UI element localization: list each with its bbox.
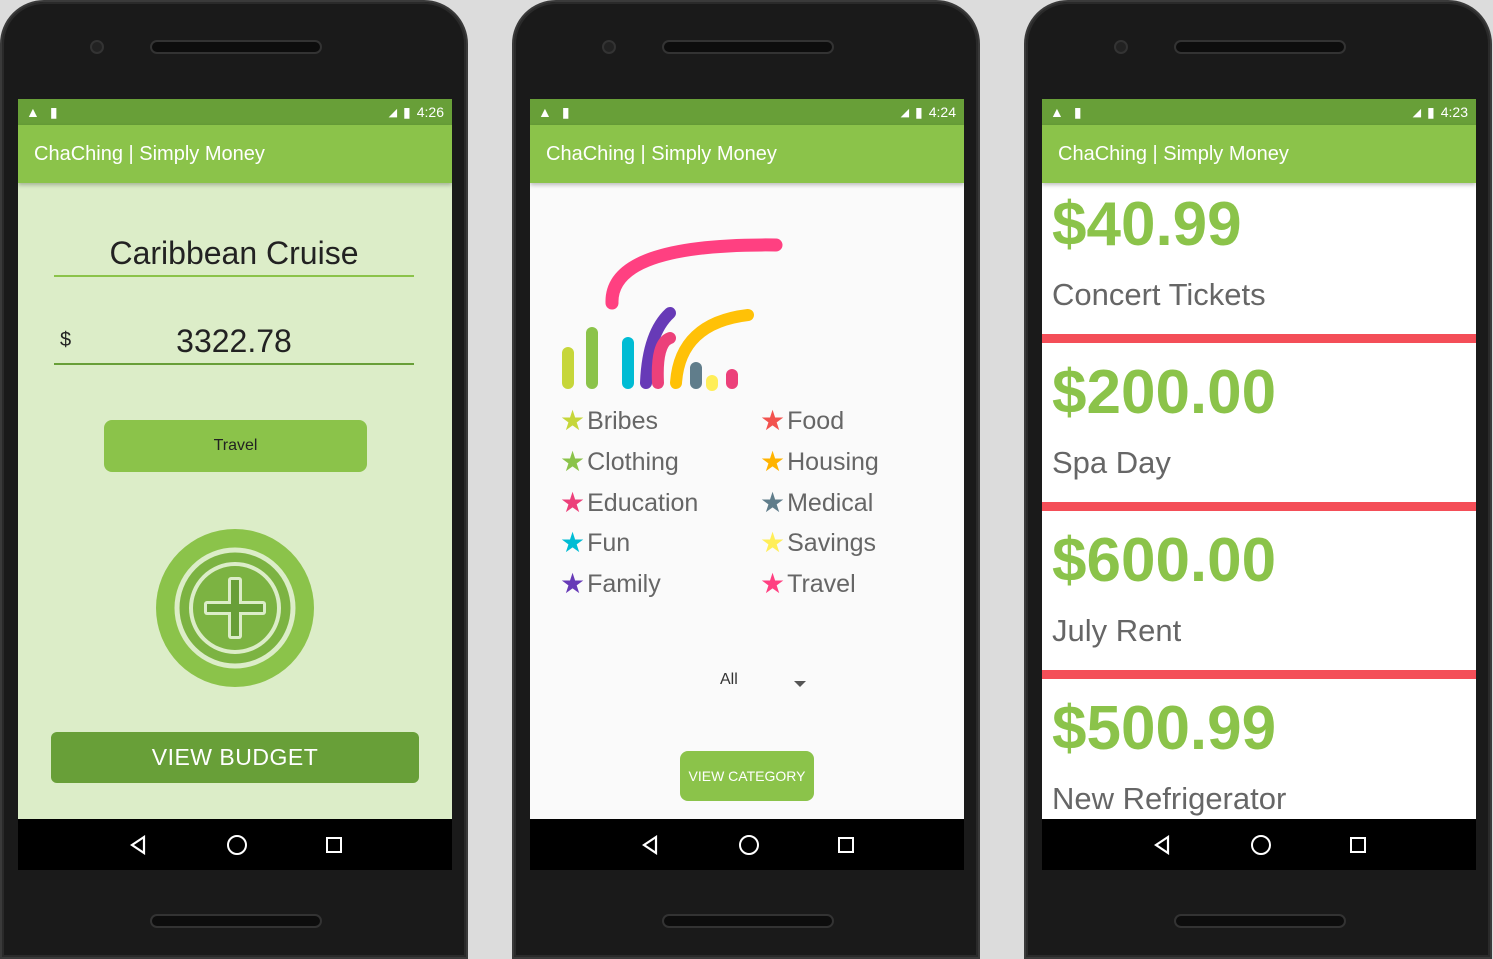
recents-icon[interactable]: [1350, 836, 1367, 853]
expense-description: July Rent: [1052, 613, 1182, 648]
nav-bar: [1042, 819, 1476, 870]
budget-name-field[interactable]: Caribbean Cruise: [54, 235, 414, 277]
camera-icon: [1114, 40, 1128, 54]
star-icon: ★: [560, 568, 586, 599]
expense-description: Spa Day: [1052, 445, 1171, 480]
phone-frame-1: ▲ ▮ ◢ ▮ 4:26 ChaChing | Simply Money Car…: [0, 0, 468, 959]
speaker-grille-bottom: [662, 914, 834, 928]
signal-icon: ◢: [388, 106, 398, 119]
camera-icon: [602, 40, 616, 54]
expense-description: Concert Tickets: [1052, 277, 1266, 312]
legend-item-fun[interactable]: ★ Fun: [560, 527, 630, 559]
status-time: 4:26: [416, 104, 444, 120]
nav-bar: [530, 819, 964, 870]
star-icon: ★: [560, 446, 586, 477]
status-bar: ▲ ▮ ◢ ▮ 4:26: [18, 99, 452, 125]
app-bar-title: ChaChing | Simply Money: [530, 125, 964, 183]
phone-frame-3: ▲ ▮ ◢ ▮ 4:23 ChaChing | Simply Money $40…: [1024, 0, 1492, 959]
back-icon[interactable]: [640, 834, 660, 855]
star-icon: ★: [760, 405, 786, 436]
view-budget-button[interactable]: VIEW BUDGET: [51, 732, 419, 783]
list-item[interactable]: $40.99 Concert Tickets: [1042, 183, 1476, 343]
battery-icon: ▮: [403, 103, 411, 120]
status-bar: ▲ ▮ ◢ ▮ 4:23: [1042, 99, 1476, 125]
speaker-grille-bottom: [1174, 914, 1346, 928]
screen-create-budget: ▲ ▮ ◢ ▮ 4:26 ChaChing | Simply Money Car…: [18, 99, 452, 870]
battery-icon: ▮: [1427, 103, 1435, 120]
app-bar-title: ChaChing | Simply Money: [1042, 125, 1476, 183]
speaker-grille: [662, 40, 834, 54]
legend-item-education[interactable]: ★ Education: [560, 487, 698, 519]
sd-card-icon: ▮: [49, 103, 58, 120]
legend-item-housing[interactable]: ★ Housing: [760, 446, 879, 478]
legend-item-clothing[interactable]: ★ Clothing: [560, 446, 679, 478]
recents-icon[interactable]: [326, 836, 343, 853]
back-icon[interactable]: [1152, 834, 1172, 855]
signal-icon: ◢: [1412, 106, 1422, 119]
legend-item-travel[interactable]: ★ Travel: [760, 568, 856, 600]
star-icon: ★: [760, 527, 786, 558]
warning-icon: ▲: [538, 104, 552, 120]
home-icon[interactable]: [226, 834, 247, 855]
star-icon: ★: [560, 487, 586, 518]
home-icon[interactable]: [1250, 834, 1271, 855]
phone-frame-2: ▲ ▮ ◢ ▮ 4:24 ChaChing | Simply Money ★ B…: [512, 0, 980, 959]
app-bar-title: ChaChing | Simply Money: [18, 125, 452, 183]
screen-categories: ▲ ▮ ◢ ▮ 4:24 ChaChing | Simply Money ★ B…: [530, 99, 964, 870]
amount-value: 3322.78: [176, 323, 292, 359]
star-icon: ★: [560, 527, 586, 558]
star-icon: ★: [560, 405, 586, 436]
category-button[interactable]: Travel: [104, 420, 367, 472]
list-item[interactable]: $600.00 July Rent: [1042, 519, 1476, 679]
battery-icon: ▮: [915, 103, 923, 120]
expense-price: $600.00: [1052, 526, 1277, 595]
plus-circle-icon: [174, 547, 296, 669]
sd-card-icon: ▮: [1073, 103, 1082, 120]
home-icon[interactable]: [738, 834, 759, 855]
speaker-grille: [150, 40, 322, 54]
recents-icon[interactable]: [838, 836, 855, 853]
expense-price: $40.99: [1052, 190, 1242, 259]
expense-price: $500.99: [1052, 694, 1277, 763]
legend-item-food[interactable]: ★ Food: [760, 405, 844, 437]
star-icon: ★: [760, 446, 786, 477]
screen-expenses: ▲ ▮ ◢ ▮ 4:23 ChaChing | Simply Money $40…: [1042, 99, 1476, 870]
star-icon: ★: [760, 487, 786, 518]
expense-price: $200.00: [1052, 358, 1277, 427]
nav-bar: [18, 819, 452, 870]
status-bar: ▲ ▮ ◢ ▮ 4:24: [530, 99, 964, 125]
back-icon[interactable]: [128, 834, 148, 855]
star-icon: ★: [760, 568, 786, 599]
legend-item-medical[interactable]: ★ Medical: [760, 487, 873, 519]
warning-icon: ▲: [1050, 104, 1064, 120]
categories-content: ★ Bribes ★ Food ★ Clothing ★ Housing ★ Educat…: [530, 183, 964, 819]
amount-field[interactable]: $ 3322.78: [54, 323, 414, 365]
camera-icon: [90, 40, 104, 54]
list-item[interactable]: $200.00 Spa Day: [1042, 351, 1476, 511]
legend-item-family[interactable]: ★ Family: [560, 568, 661, 600]
status-time: 4:23: [1440, 104, 1468, 120]
speaker-grille: [1174, 40, 1346, 54]
sd-card-icon: ▮: [561, 103, 570, 120]
expense-description: New Refrigerator: [1052, 781, 1287, 816]
legend-item-bribes[interactable]: ★ Bribes: [560, 405, 658, 437]
create-budget-content: Caribbean Cruise $ 3322.78 Travel VIEW B…: [18, 183, 452, 819]
status-time: 4:24: [928, 104, 956, 120]
speaker-grille-bottom: [150, 914, 322, 928]
add-button[interactable]: [156, 529, 314, 687]
dropdown-arrow-icon[interactable]: [794, 681, 806, 687]
legend-item-savings[interactable]: ★ Savings: [760, 527, 876, 559]
expense-list: $40.99 Concert Tickets $200.00 Spa Day $…: [1042, 183, 1476, 819]
view-category-button[interactable]: VIEW CATEGORY: [680, 751, 814, 801]
category-spinner[interactable]: All: [720, 671, 738, 689]
rainbow-chart: [562, 238, 783, 391]
signal-icon: ◢: [900, 106, 910, 119]
warning-icon: ▲: [26, 104, 40, 120]
